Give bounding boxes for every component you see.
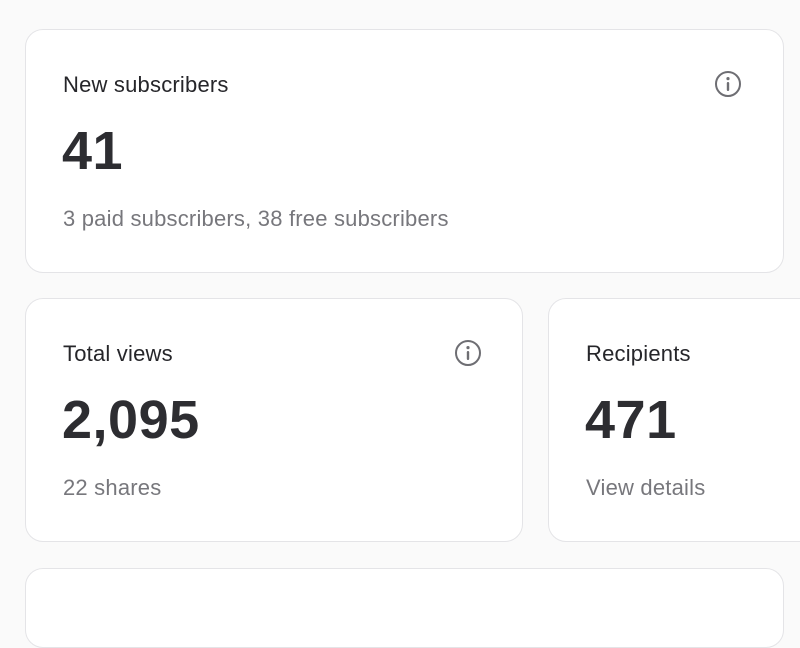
new-subscribers-detail: 3 paid subscribers, 38 free subscribers bbox=[63, 206, 449, 231]
next-card bbox=[25, 568, 784, 648]
total-views-title: Total views bbox=[63, 341, 173, 366]
new-subscribers-value: 41 bbox=[62, 121, 124, 181]
total-views-card: Total views 2,095 22 shares bbox=[25, 298, 523, 542]
new-subscribers-card: New subscribers 41 3 paid subscribers, 3… bbox=[25, 29, 784, 273]
view-details-link[interactable]: View details bbox=[586, 475, 705, 501]
recipients-value: 471 bbox=[585, 390, 677, 450]
recipients-title: Recipients bbox=[586, 341, 691, 366]
info-icon[interactable] bbox=[454, 339, 482, 367]
total-views-shares: 22 shares bbox=[63, 475, 162, 500]
new-subscribers-title: New subscribers bbox=[63, 72, 229, 97]
info-icon[interactable] bbox=[714, 70, 742, 98]
total-views-value: 2,095 bbox=[62, 390, 200, 450]
recipients-card: Recipients 471 View details bbox=[548, 298, 800, 542]
